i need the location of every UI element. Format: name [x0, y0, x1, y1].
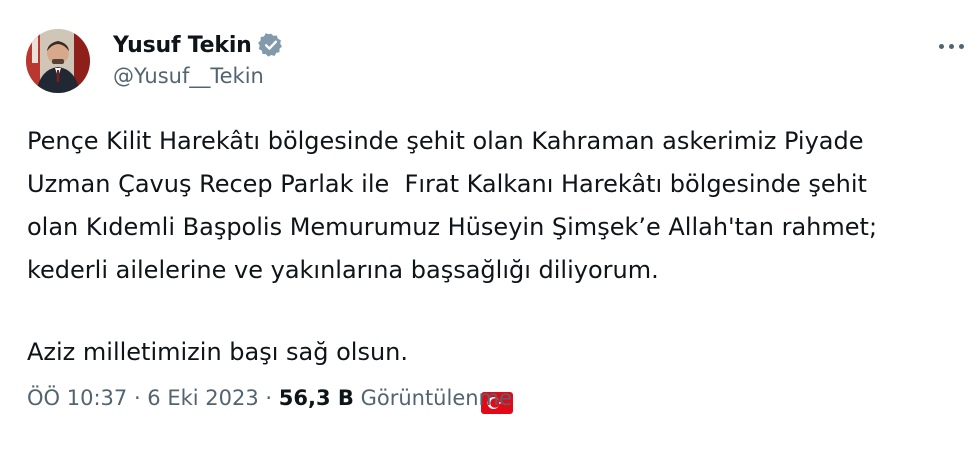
views-label: Görüntülenme: [360, 386, 512, 410]
views-gap: [354, 386, 361, 410]
verified-badge-icon[interactable]: [257, 32, 284, 58]
author-name-row: Yusuf Tekin: [113, 30, 284, 60]
tweet-closing-text: Aziz milletimizin başı sağ olsun.: [27, 338, 409, 366]
author-avatar[interactable]: [26, 29, 90, 93]
profile-photo: [26, 29, 90, 93]
meta-separator-1: ·: [127, 386, 148, 410]
author-name[interactable]: Yusuf Tekin: [113, 33, 252, 58]
tweet-line-2: Uzman Çavuş Recep Parlak ile Fırat Kalka…: [27, 170, 867, 198]
tweet-line-4: kederli ailelerine ve yakınlarına başsağ…: [27, 256, 659, 284]
tweet-card: Yusuf Tekin @Yusuf__Tekin Pençe Kilit Ha…: [0, 0, 980, 435]
turkey-flag-icon: [420, 342, 514, 414]
views-count: 56,3 B: [278, 386, 354, 410]
meta-separator-2: ·: [258, 386, 279, 410]
tweet-line-1: Pençe Kilit Harekâtı bölgesinde şehit ol…: [27, 127, 864, 155]
tweet-line-3: olan Kıdemli Başpolis Memurumuz Hüseyin …: [27, 213, 878, 241]
tweet-date[interactable]: 6 Eki 2023: [147, 386, 258, 410]
tweet-time[interactable]: ÖÖ 10:37: [27, 386, 127, 410]
tweet-meta: ÖÖ 10:37 · 6 Eki 2023 · 56,3 B Görüntüle…: [27, 386, 512, 410]
more-options-icon[interactable]: [934, 34, 968, 58]
tweet-text: Pençe Kilit Harekâtı bölgesinde şehit ol…: [27, 120, 957, 414]
tweet-closing-line: Aziz milletimizin başı sağ olsun.: [27, 331, 957, 414]
author-handle[interactable]: @Yusuf__Tekin: [113, 64, 264, 88]
